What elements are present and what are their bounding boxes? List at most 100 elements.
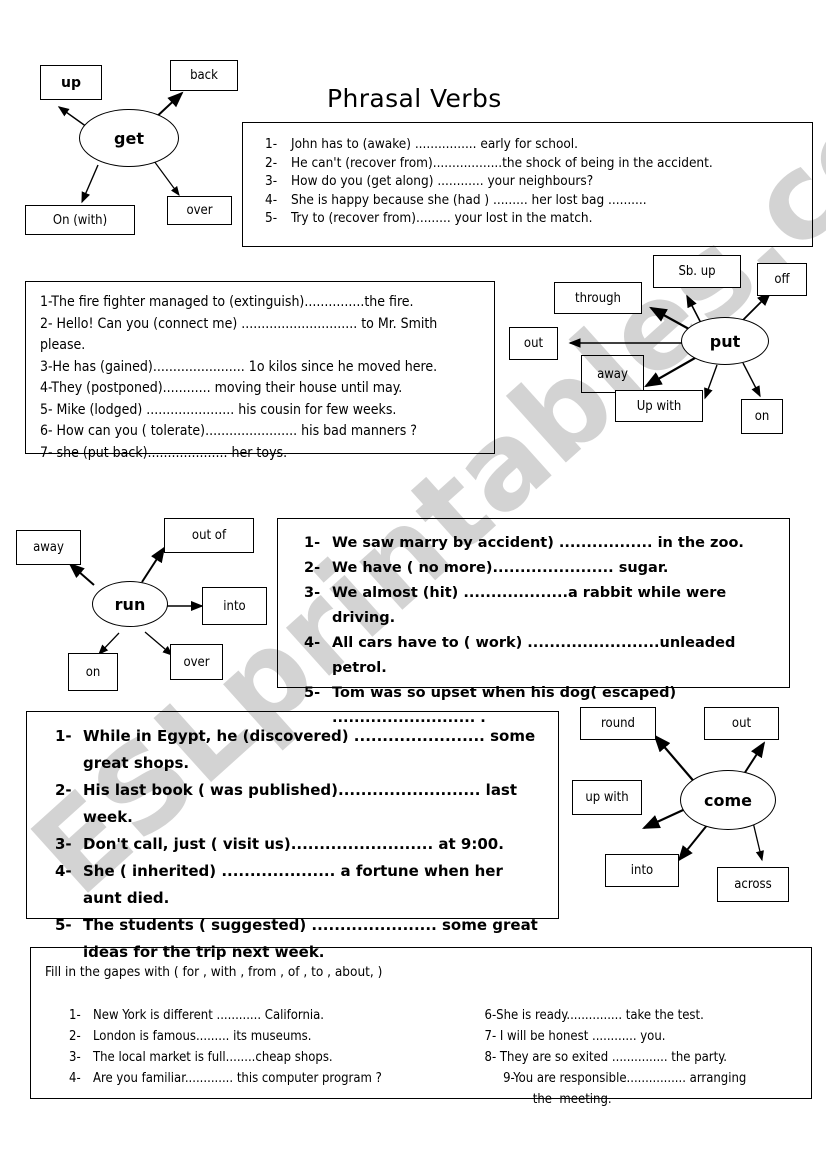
node-label: Sb. up bbox=[678, 264, 716, 279]
exercise-item: 4-They (postponed)............ moving th… bbox=[40, 378, 494, 400]
node-label: off bbox=[774, 272, 790, 287]
item-text: While in Egypt, he (discovered) ........… bbox=[83, 727, 536, 772]
exercise-4-list: 1- While in Egypt, he (discovered) .....… bbox=[55, 723, 544, 966]
item-text: New York is different ............ Calif… bbox=[93, 1008, 324, 1023]
item-text: 4-They (postponed)............ moving th… bbox=[40, 380, 403, 396]
diagram-come-hub: come bbox=[680, 770, 776, 830]
item-text: Are you familiar............. this compu… bbox=[93, 1071, 382, 1086]
exercise-item: 2- He can't (recover from)..............… bbox=[265, 154, 812, 173]
item-text: The local market is full........cheap sh… bbox=[93, 1050, 333, 1065]
item-number: 2- bbox=[265, 154, 278, 171]
node-put-through: through bbox=[554, 282, 642, 314]
item-text: London is famous......... its museums. bbox=[93, 1029, 312, 1044]
node-put-on: on bbox=[741, 399, 783, 434]
item-text: 1-The fire fighter managed to (extinguis… bbox=[40, 294, 414, 310]
exercise-item: 1- John has to (awake) ................ … bbox=[265, 135, 812, 154]
node-run-over: over bbox=[170, 644, 223, 680]
item-text: 7- she (put back).................... he… bbox=[40, 444, 288, 461]
node-run-into: into bbox=[202, 587, 267, 625]
gap-fill-right-list: 6-She is ready............... take the t… bbox=[485, 1005, 811, 1110]
item-number: 4- bbox=[304, 635, 321, 651]
item-number: 2- bbox=[55, 781, 72, 799]
exercise-box-1: 1- John has to (awake) ................ … bbox=[242, 122, 813, 247]
item-text: We have ( no more)......................… bbox=[332, 560, 669, 576]
diagram-get-hub: get bbox=[79, 109, 179, 167]
item-number: 5- bbox=[304, 685, 321, 701]
node-run-away: away bbox=[16, 530, 81, 565]
item-text: Don't call, just ( visit us)............… bbox=[83, 835, 504, 853]
node-label: into bbox=[223, 598, 246, 614]
gap-fill-item: the meeting. bbox=[485, 1089, 811, 1110]
gap-fill-right-column: 6-She is ready............... take the t… bbox=[485, 1005, 811, 1110]
item-text: 6-She is ready............... take the t… bbox=[484, 1008, 704, 1023]
item-text: 2- Hello! Can you (connect me) .........… bbox=[40, 315, 438, 332]
node-put-away: away bbox=[581, 355, 644, 393]
item-text: We almost (hit) ...................a rab… bbox=[332, 585, 727, 626]
gap-fill-item: 6-She is ready............... take the t… bbox=[485, 1005, 811, 1026]
item-text: 7- I will be honest ............ you. bbox=[484, 1029, 666, 1044]
node-label: on bbox=[754, 409, 770, 424]
gap-fill-left-list: 1- New York is different ............ Ca… bbox=[69, 1005, 485, 1089]
node-label: on bbox=[85, 664, 101, 680]
exercise-1-list: 1- John has to (awake) ................ … bbox=[265, 135, 812, 228]
node-come-out: out bbox=[704, 707, 779, 740]
hub-label: put bbox=[709, 331, 741, 351]
item-number: 4- bbox=[265, 191, 278, 208]
item-text: She ( inherited) .................... a … bbox=[83, 862, 503, 907]
item-number: 1- bbox=[55, 727, 72, 745]
exercise-box-2: 1-The fire fighter managed to (extinguis… bbox=[25, 281, 495, 461]
node-label: over bbox=[186, 203, 213, 218]
item-number: 4- bbox=[69, 1071, 81, 1086]
node-run-on: on bbox=[68, 653, 118, 691]
diagram-run: run away out of into on over bbox=[12, 518, 282, 695]
node-come-across: across bbox=[717, 867, 789, 902]
item-number: 3- bbox=[304, 585, 321, 601]
node-come-into: into bbox=[605, 854, 679, 887]
exercise-item: 3-He has (gained).......................… bbox=[40, 357, 494, 379]
node-label: into bbox=[630, 863, 654, 878]
exercise-item: 3- We almost (hit) ...................a … bbox=[304, 581, 789, 631]
exercise-item: 1-The fire fighter managed to (extinguis… bbox=[40, 292, 494, 314]
item-text: 5- Mike (lodged) ...................... … bbox=[40, 401, 397, 418]
exercise-item: 7- she (put back).................... he… bbox=[40, 443, 494, 465]
exercise-box-3: 1- We saw marry by accident) ...........… bbox=[277, 518, 790, 726]
item-number: 1- bbox=[265, 136, 278, 152]
exercise-item: 6- How can you ( tolerate)..............… bbox=[40, 421, 494, 443]
exercise-item: 4- She is happy because she (had ) .....… bbox=[265, 191, 812, 210]
gap-fill-item: 1- New York is different ............ Ca… bbox=[69, 1005, 485, 1026]
exercise-item: 2- Hello! Can you (connect me) .........… bbox=[40, 314, 494, 336]
node-label: up bbox=[61, 74, 81, 91]
node-label: out of bbox=[191, 528, 227, 543]
item-text: His last book ( was published)..........… bbox=[83, 781, 518, 826]
diagram-put: put Sb. up off through out away Up with … bbox=[505, 255, 807, 455]
item-text: Try to (recover from)......... your lost… bbox=[291, 210, 593, 227]
item-number: 3- bbox=[265, 173, 278, 190]
item-text: 3-He has (gained).......................… bbox=[40, 358, 438, 375]
node-get-over: over bbox=[167, 196, 232, 225]
item-text: All cars have to ( work) ...............… bbox=[332, 635, 736, 676]
item-text: John has to (awake) ................ ear… bbox=[291, 136, 579, 152]
exercise-item: 2- We have ( no more)...................… bbox=[304, 556, 789, 581]
exercise-item: 2- His last book ( was published).......… bbox=[55, 777, 544, 831]
diagram-put-hub: put bbox=[681, 317, 769, 365]
exercise-box-5: Fill in the gapes with ( for , with , fr… bbox=[30, 947, 812, 1107]
gap-fill-item: 3- The local market is full........cheap… bbox=[69, 1047, 485, 1068]
exercise-item: 3- How do you (get along) ............ y… bbox=[265, 172, 812, 191]
item-number: 3- bbox=[69, 1050, 81, 1065]
node-label: over bbox=[183, 654, 210, 670]
node-put-up-with: Up with bbox=[615, 390, 703, 422]
item-text: the meeting. bbox=[484, 1092, 612, 1107]
gap-fill-item: 9-You are responsible................ ar… bbox=[485, 1068, 811, 1089]
node-label: across bbox=[734, 877, 772, 892]
exercise-item: 5- Mike (lodged) ...................... … bbox=[40, 400, 494, 422]
node-label: away bbox=[597, 366, 628, 382]
gap-fill-item: 4- Are you familiar............. this co… bbox=[69, 1068, 485, 1089]
item-number: 2- bbox=[304, 560, 321, 576]
item-number: 2- bbox=[69, 1029, 81, 1044]
node-come-round: round bbox=[580, 707, 656, 740]
gap-fill-item: 7- I will be honest ............ you. bbox=[485, 1026, 811, 1047]
exercise-item: 1- While in Egypt, he (discovered) .....… bbox=[55, 723, 544, 777]
item-number: 5- bbox=[55, 916, 72, 934]
hub-label: come bbox=[704, 790, 752, 810]
node-label: round bbox=[601, 716, 635, 731]
